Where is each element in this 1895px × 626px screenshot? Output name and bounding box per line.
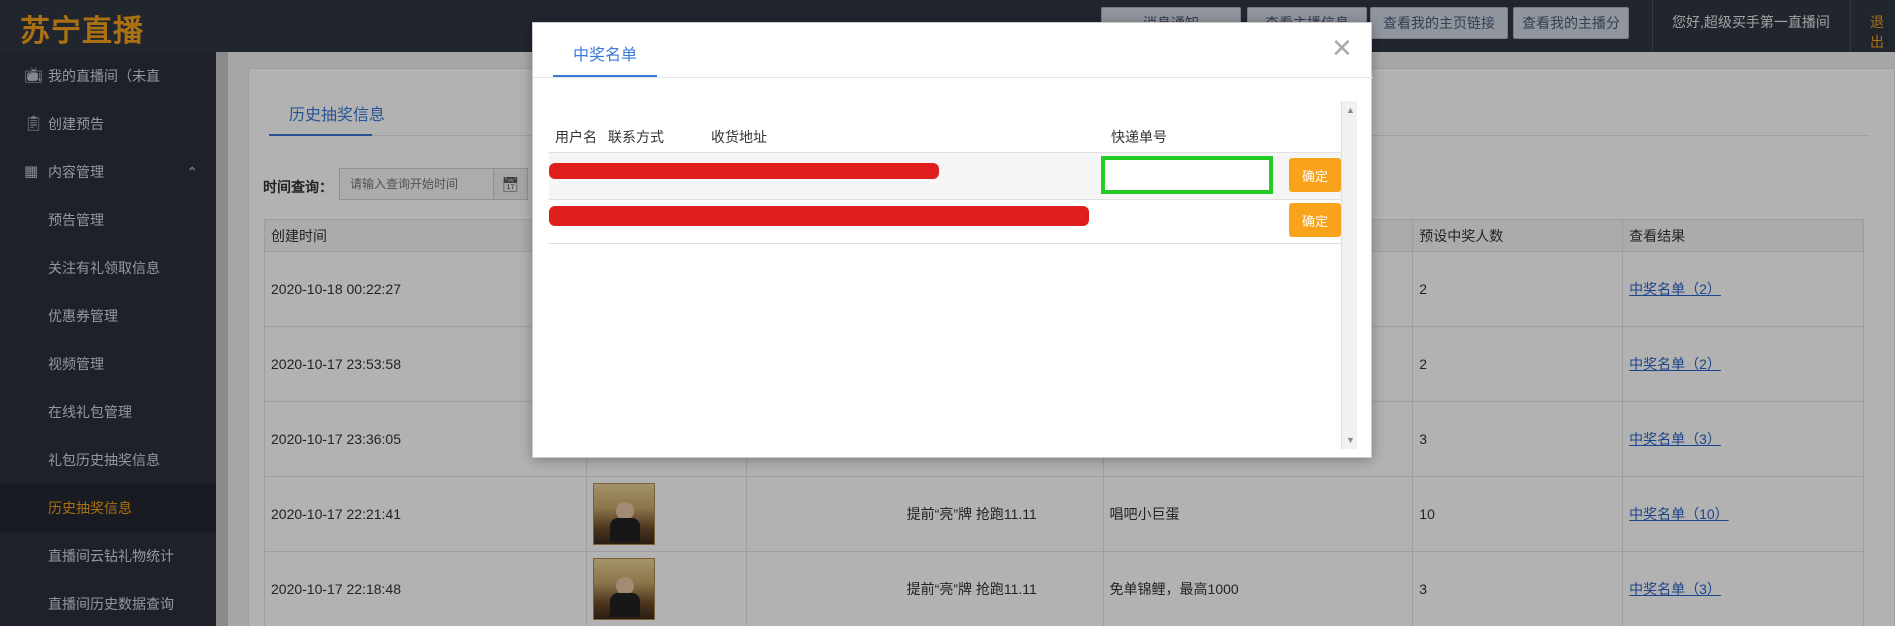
redaction-mark <box>549 163 939 179</box>
redaction-mark <box>549 206 1089 226</box>
column-address: 收货地址 <box>711 129 767 145</box>
column-username: 用户名 <box>555 129 597 145</box>
tab-winner-list[interactable]: 中奖名单 <box>573 41 637 65</box>
modal-header-divider <box>533 77 1373 78</box>
winner-list-modal: 中奖名单 ✕ 用户名 联系方式 收货地址 快递单号 确定 确定 ▲ ▼ <box>532 22 1373 458</box>
column-contact: 联系方式 <box>608 129 664 145</box>
tracking-number-input[interactable] <box>1101 156 1273 194</box>
scroll-down-icon[interactable]: ▼ <box>1346 435 1355 445</box>
confirm-button[interactable]: 确定 <box>1289 158 1341 192</box>
winner-table: 用户名 联系方式 收货地址 快递单号 确定 确定 <box>549 101 1341 449</box>
tracking-number-field[interactable] <box>1105 160 1269 190</box>
close-icon[interactable]: ✕ <box>1331 35 1353 61</box>
column-tracking-number: 快递单号 <box>1111 129 1167 145</box>
modal-scrollbar[interactable]: ▲ ▼ <box>1341 101 1357 449</box>
row-divider <box>549 243 1341 244</box>
scroll-up-icon[interactable]: ▲ <box>1346 105 1355 115</box>
row-divider <box>549 199 1341 200</box>
confirm-button[interactable]: 确定 <box>1289 203 1341 237</box>
